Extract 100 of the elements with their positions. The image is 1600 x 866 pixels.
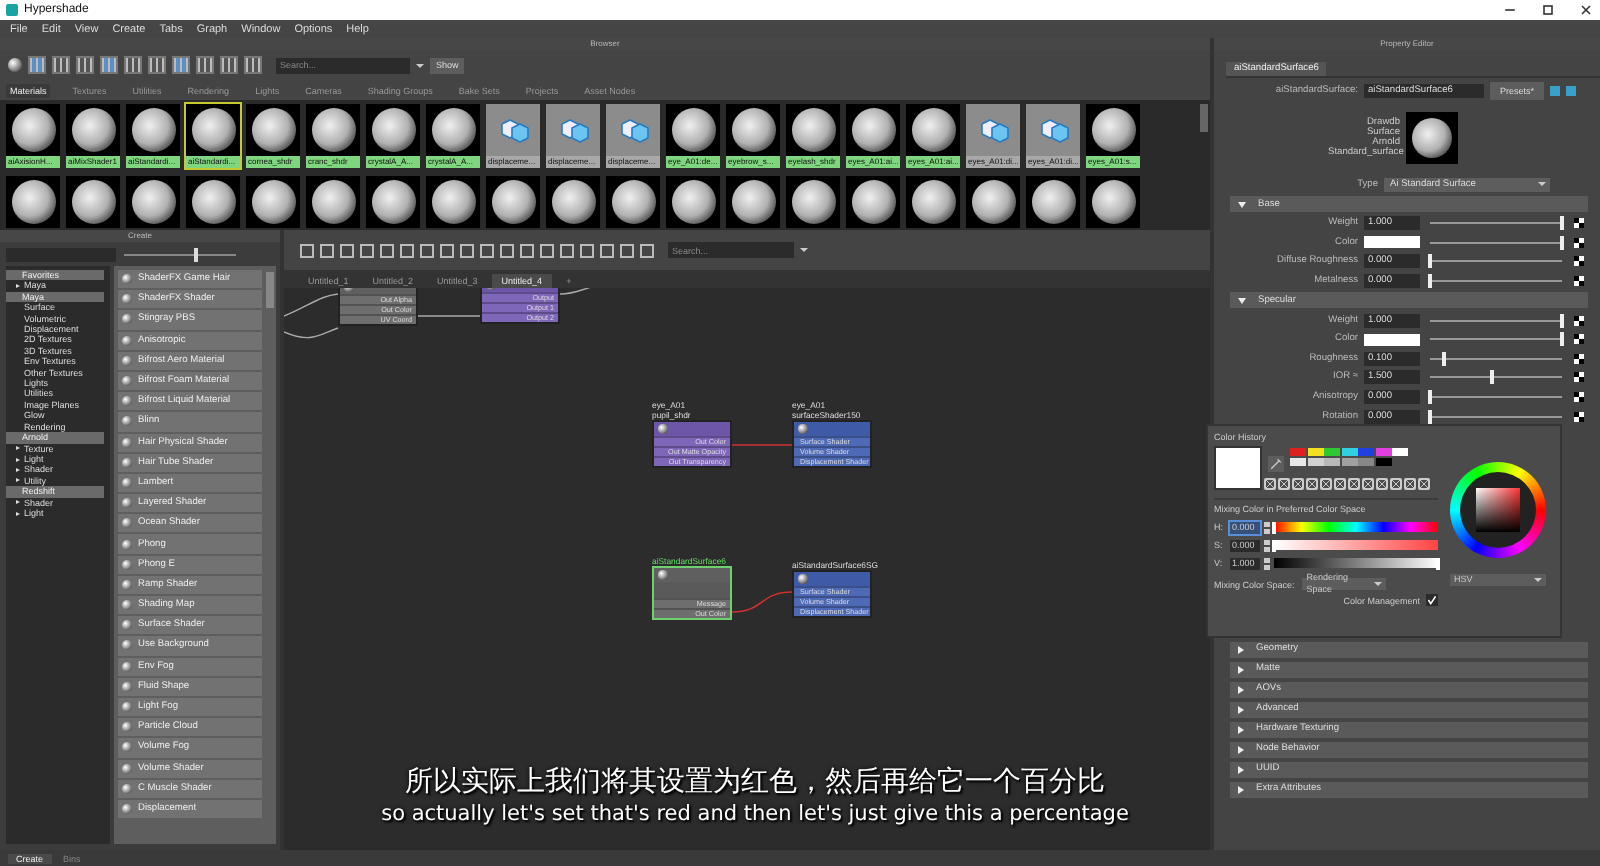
material-swatch[interactable] — [904, 174, 962, 230]
expand-arrow-icon[interactable] — [16, 511, 20, 516]
slider-thumb[interactable] — [193, 247, 198, 261]
node-icon[interactable] — [1566, 86, 1577, 96]
cubes-icon — [977, 116, 1009, 144]
palette-color[interactable] — [1341, 448, 1357, 456]
slider-thumb[interactable] — [1441, 351, 1446, 366]
material-swatch[interactable] — [124, 174, 182, 230]
wire — [284, 293, 339, 317]
cubes-icon — [1037, 116, 1069, 144]
palette-color[interactable] — [1307, 448, 1323, 456]
material-swatch[interactable] — [64, 174, 122, 230]
sphere-preview-icon — [671, 180, 715, 224]
sphere-preview-icon — [11, 180, 55, 224]
sphere-preview-icon — [911, 108, 955, 152]
cubes-icon — [617, 116, 649, 144]
sphere-preview-icon — [191, 108, 235, 152]
slider-thumb[interactable] — [1490, 370, 1495, 385]
sphere-preview-icon — [851, 180, 895, 224]
sphere-preview-icon — [71, 180, 115, 224]
sphere-preview-icon — [491, 180, 535, 224]
sphere-icon[interactable] — [8, 58, 22, 72]
node-icon[interactable] — [1550, 86, 1561, 96]
sphere-preview-icon — [71, 108, 115, 152]
color-swatch[interactable] — [1364, 333, 1420, 346]
sphere-preview-icon — [1031, 180, 1075, 224]
expand-arrow-icon[interactable] — [16, 457, 20, 462]
subtitle-text: so actually let's set that's red and then let's just give this a percentage — [381, 800, 1129, 828]
palette-color[interactable] — [1358, 457, 1374, 465]
material-swatch[interactable] — [784, 174, 842, 230]
cubes-icon — [557, 116, 589, 144]
node-type-icon — [798, 574, 807, 584]
material-swatch[interactable] — [4, 174, 62, 230]
sphere-preview-icon — [251, 108, 295, 152]
palette-color[interactable] — [1290, 457, 1306, 465]
sphere-preview-icon — [971, 180, 1015, 224]
sphere-preview-icon — [251, 180, 295, 224]
wire — [284, 327, 339, 339]
channel-slider[interactable] — [1274, 558, 1438, 568]
caret-icon — [1538, 182, 1546, 186]
node-type-icon — [798, 424, 807, 434]
palette-color[interactable] — [1375, 448, 1391, 456]
sphere-preview-icon — [1091, 108, 1135, 152]
palette-color[interactable] — [1375, 457, 1391, 465]
expand-arrow-icon[interactable] — [16, 446, 20, 451]
eyedropper-icon[interactable] — [1268, 456, 1284, 472]
material-swatch[interactable] — [1084, 174, 1142, 230]
expand-arrow-icon[interactable] — [16, 500, 20, 505]
material-swatch[interactable] — [364, 174, 422, 230]
palette-color[interactable] — [1290, 448, 1306, 456]
app-logo-icon — [6, 4, 18, 16]
sphere-preview-icon — [131, 180, 175, 224]
maximize-icon[interactable] — [1540, 2, 1556, 18]
color-wheel[interactable] — [1450, 462, 1546, 558]
channel-slider[interactable] — [1274, 522, 1438, 532]
wire — [731, 444, 793, 446]
material-swatch[interactable] — [244, 174, 302, 230]
sphere-preview-icon — [671, 108, 715, 152]
sphere-preview-icon — [191, 180, 235, 224]
sphere-preview-icon — [311, 180, 355, 224]
palette-color[interactable] — [1324, 448, 1340, 456]
scrollbar[interactable] — [1200, 104, 1208, 132]
checkbox[interactable] — [1426, 594, 1438, 606]
palette-color[interactable] — [1307, 457, 1323, 465]
palette-color[interactable] — [1324, 457, 1340, 465]
material-swatch[interactable] — [304, 174, 362, 230]
expand-arrow-icon[interactable] — [16, 284, 20, 289]
palette-color[interactable] — [1341, 457, 1357, 465]
subtitle-text: 所以实际上我们将其设置为红色，然后再给它一个百分比 — [405, 764, 1105, 800]
material-swatch[interactable] — [664, 174, 722, 230]
sphere-preview-icon — [551, 180, 595, 224]
palette-color[interactable] — [1358, 448, 1374, 456]
sphere-preview-icon — [731, 180, 775, 224]
sphere-preview-icon — [311, 108, 355, 152]
caret-icon — [1534, 578, 1542, 582]
caret-icon — [416, 63, 424, 67]
sphere-preview-icon — [371, 180, 415, 224]
scrollbar[interactable] — [266, 272, 274, 308]
caret-icon — [1374, 582, 1383, 586]
wire — [417, 315, 481, 317]
sphere-preview-icon — [431, 180, 475, 224]
material-swatch[interactable] — [964, 174, 1022, 230]
close-icon[interactable] — [1578, 2, 1594, 18]
material-swatch[interactable] — [1024, 174, 1082, 230]
sphere-preview-icon — [371, 108, 415, 152]
palette-color[interactable] — [1392, 448, 1408, 456]
sphere-preview-icon — [911, 180, 955, 224]
material-swatch[interactable] — [424, 174, 482, 230]
sphere-preview-icon — [431, 108, 475, 152]
wire — [731, 591, 793, 613]
caret-icon — [800, 248, 808, 252]
material-swatch[interactable] — [724, 174, 782, 230]
material-swatch[interactable] — [844, 174, 902, 230]
material-swatch[interactable] — [484, 174, 542, 230]
sphere-preview-icon — [1091, 180, 1135, 224]
material-swatch[interactable] — [184, 174, 242, 230]
material-swatch[interactable] — [604, 174, 662, 230]
color-swatch[interactable] — [1364, 236, 1420, 249]
material-swatch[interactable] — [544, 174, 602, 230]
channel-slider[interactable] — [1274, 540, 1438, 550]
